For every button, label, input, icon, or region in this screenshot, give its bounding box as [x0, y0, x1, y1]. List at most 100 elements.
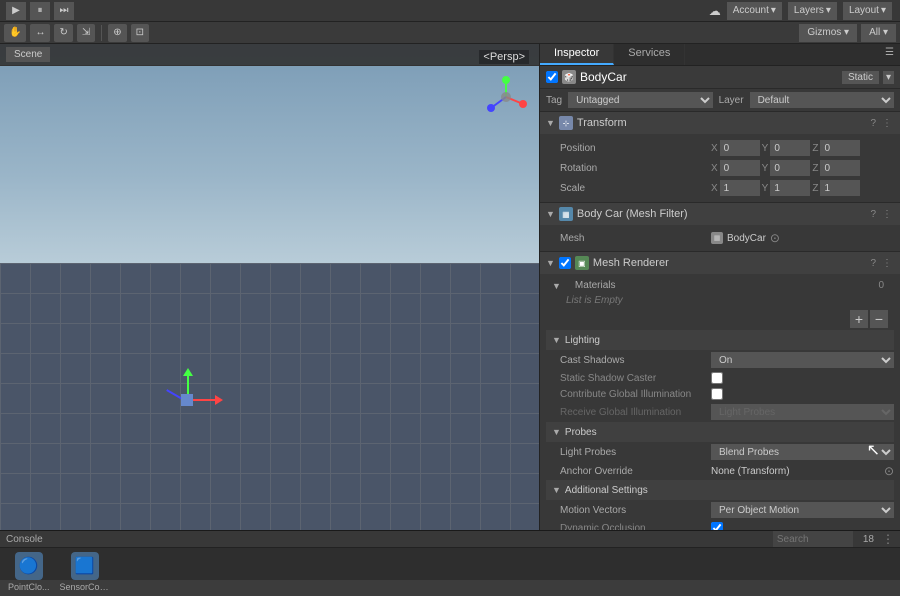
lighting-arrow: ▼ [552, 335, 561, 345]
rot-x-input[interactable] [720, 160, 760, 176]
object-type-icon: 🎲 [562, 70, 576, 84]
dynamic-occlusion-row: Dynamic Occlusion [546, 520, 894, 530]
meshfilter-help[interactable]: ? [868, 209, 878, 220]
scale-row: Scale X Y Z [546, 178, 894, 198]
mesh-renderer-enabled[interactable] [559, 257, 571, 269]
cast-shadows-select[interactable]: On [711, 352, 894, 368]
step-button[interactable]: ⏭ [54, 2, 74, 20]
all-layers-button[interactable]: All ▾ [861, 24, 896, 42]
viewport-sky [0, 44, 539, 263]
pos-z-input[interactable] [820, 140, 860, 156]
scale-y-input[interactable] [770, 180, 810, 196]
anchor-target-btn[interactable]: ⊙ [884, 464, 894, 478]
mesh-renderer-header[interactable]: ▼ ▣ Mesh Renderer ? ⋮ [540, 252, 900, 274]
static-button[interactable]: Static [842, 71, 879, 84]
materials-remove-btn[interactable]: − [870, 310, 888, 328]
tool-r[interactable]: ⇲ [77, 24, 95, 42]
mesh-filter-header[interactable]: ▼ ▦ Body Car (Mesh Filter) ? ⋮ [540, 203, 900, 225]
transform-arrow: ▼ [546, 118, 555, 128]
static-dropdown[interactable]: ▾ [883, 71, 894, 84]
transform-component: ▼ ⊹ Transform ? ⋮ Position X Y Z [540, 112, 900, 203]
cast-shadows-row: Cast Shadows On [546, 350, 894, 370]
scene-transform-gizmo [159, 366, 219, 426]
dynamic-occlusion-checkbox[interactable] [711, 522, 723, 530]
transform-settings[interactable]: ⋮ [880, 118, 894, 129]
transform-help[interactable]: ? [868, 118, 878, 129]
receive-gi-select[interactable]: Light Probes [711, 404, 894, 420]
static-shadow-label: Static Shadow Caster [546, 373, 711, 384]
motion-vectors-label: Motion Vectors [546, 505, 711, 516]
center-pivot[interactable]: ⊕ [108, 24, 126, 42]
mesh-value-row: ▦ BodyCar ⊙ [711, 231, 894, 245]
account-button[interactable]: Account ▾ [727, 2, 782, 20]
mesh-prop-label: Mesh [546, 233, 711, 244]
scene-tab[interactable]: Scene [6, 47, 50, 62]
static-shadow-checkbox[interactable] [711, 372, 723, 384]
asset-icon-sensorconf: 🟦 [71, 552, 99, 580]
asset-menu-btn[interactable]: ⋮ [882, 532, 894, 546]
contrib-gi-label: Contribute Global Illumination [546, 389, 711, 400]
tag-select[interactable]: Untagged [568, 92, 712, 108]
object-header: 🎲 BodyCar Static ▾ [540, 66, 900, 89]
cursor-arrow-icon: ↖ [867, 442, 880, 459]
probes-section-header[interactable]: ▼ Probes [546, 422, 894, 442]
inspector-panel: Inspector Services ☰ 🎲 BodyCar Static ▾ … [540, 44, 900, 530]
mesh-renderer-component: ▼ ▣ Mesh Renderer ? ⋮ ▼ Materials 0 List… [540, 252, 900, 530]
x-axis-arrow [215, 395, 223, 405]
asset-item-pointcloud[interactable]: 🔵 PointClo... [8, 552, 50, 592]
rotation-label: Rotation [546, 163, 711, 174]
tool-e[interactable]: ↻ [54, 24, 72, 42]
inspector-menu-btn[interactable]: ☰ [879, 44, 900, 65]
viewport[interactable]: Scene <Pe [0, 44, 540, 530]
sep1 [101, 25, 102, 41]
layers-button[interactable]: Layers ▾ [788, 2, 837, 20]
pos-y-input[interactable] [770, 140, 810, 156]
pos-x-input[interactable] [720, 140, 760, 156]
meshrenderer-settings[interactable]: ⋮ [880, 258, 894, 269]
layout-button[interactable]: Layout ▾ [843, 2, 892, 20]
mesh-target-btn[interactable]: ⊙ [770, 231, 780, 245]
light-probes-row: Light Probes Blend Probes [546, 442, 894, 462]
scale-z-input[interactable] [820, 180, 860, 196]
lighting-section-header[interactable]: ▼ Lighting [546, 330, 894, 350]
gizmos-button[interactable]: Gizmos ▾ [799, 24, 857, 42]
meshfilter-settings[interactable]: ⋮ [880, 209, 894, 220]
top-bar-right: ☁ Account ▾ Layers ▾ Layout ▾ [701, 2, 900, 20]
tab-services[interactable]: Services [614, 44, 685, 65]
contrib-gi-checkbox[interactable] [711, 388, 723, 400]
probes-arrow: ▼ [552, 427, 561, 437]
pause-button[interactable]: ⏸ [30, 2, 50, 20]
asset-item-sensorconf[interactable]: 🟦 SensorConf... [60, 552, 110, 592]
object-active-checkbox[interactable] [546, 71, 558, 83]
contrib-gi-row: Contribute Global Illumination [546, 386, 894, 402]
search-input[interactable] [773, 531, 853, 547]
tab-inspector[interactable]: Inspector [540, 44, 614, 65]
scale-label: Scale [546, 183, 711, 194]
layer-select[interactable]: Default [750, 92, 894, 108]
meshrenderer-help[interactable]: ? [868, 258, 878, 269]
materials-add-btn[interactable]: + [850, 310, 868, 328]
tool-q[interactable]: ✋ [4, 24, 26, 42]
play-button[interactable]: ▶ [6, 2, 26, 20]
position-xyz: X Y Z [711, 140, 894, 156]
scale-x-input[interactable] [720, 180, 760, 196]
mesh-asset-name: BodyCar [727, 233, 766, 244]
viewport-ground [0, 263, 539, 530]
top-bar: ▶ ⏸ ⏭ ☁ Account ▾ Layers ▾ Layout ▾ [0, 0, 900, 22]
tag-layer-row: Tag Untagged Layer Default [540, 89, 900, 112]
additional-label: Additional Settings [565, 485, 648, 496]
materials-count: 0 [878, 280, 884, 291]
mesh-row: Mesh ▦ BodyCar ⊙ [546, 229, 894, 247]
additional-section-header[interactable]: ▼ Additional Settings [546, 480, 894, 500]
probes-label: Probes [565, 427, 597, 438]
anchor-override-label: Anchor Override [546, 466, 711, 477]
global-local[interactable]: ⊡ [131, 24, 149, 42]
tool-w[interactable]: ↔ [30, 24, 50, 42]
y-axis-arrow [183, 368, 193, 376]
transform-header[interactable]: ▼ ⊹ Transform ? ⋮ [540, 112, 900, 134]
object-cube [181, 394, 193, 406]
rot-z-input[interactable] [820, 160, 860, 176]
motion-vectors-select[interactable]: Per Object Motion [711, 502, 894, 518]
rot-y-input[interactable] [770, 160, 810, 176]
receive-gi-label: Receive Global Illumination [546, 407, 711, 418]
